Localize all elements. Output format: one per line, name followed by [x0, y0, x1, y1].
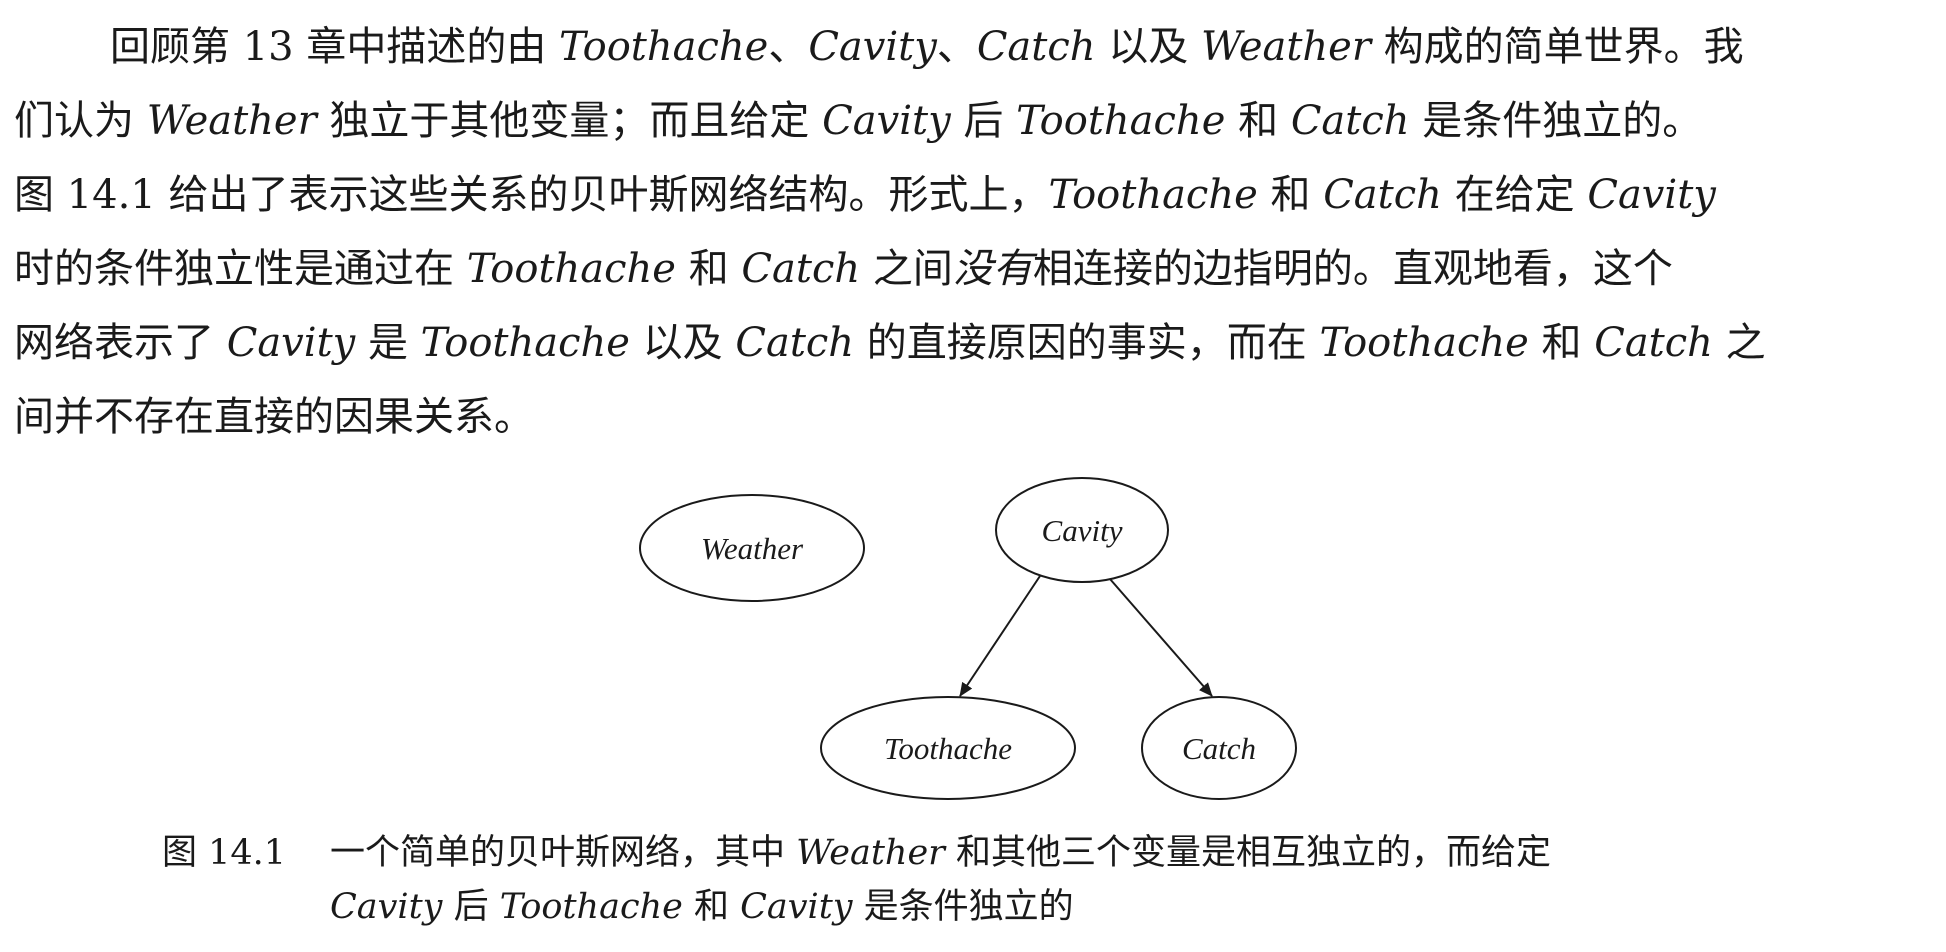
- figure-caption: 图 14.1 一个简单的贝叶斯网络，其中 Weather 和其他三个变量是相互独立…: [162, 826, 1782, 934]
- italic-term: Weather: [146, 98, 317, 144]
- italic-term: Toothache: [420, 320, 630, 366]
- italic-term: Weather: [796, 833, 945, 873]
- italic-term: Toothache: [499, 887, 683, 927]
- italic-term: Toothache: [559, 24, 769, 70]
- node-weather: Weather: [639, 494, 865, 602]
- paragraph-line: 网络表示了 Cavity 是 Toothache 以及 Catch 的直接原因的…: [14, 320, 1766, 366]
- italic-term: Cavity: [740, 887, 853, 927]
- italic-term: 没有: [952, 246, 1033, 292]
- node-cavity: Cavity: [995, 477, 1169, 583]
- italic-term: Catch: [1290, 98, 1410, 144]
- paragraph-line: 时的条件独立性是通过在 Toothache 和 Catch 之间没有相连接的边指…: [14, 246, 1673, 292]
- node-toothache-label: Toothache: [884, 731, 1012, 766]
- caption-line: 图 14.1 一个简单的贝叶斯网络，其中 Weather 和其他三个变量是相互独立…: [162, 826, 1782, 880]
- italic-term: Toothache: [1319, 320, 1529, 366]
- paragraph-line: 回顾第 13 章中描述的由 Toothache、Cavity、Catch 以及 …: [110, 24, 1744, 70]
- italic-term: Catch: [976, 24, 1096, 70]
- italic-term: Cavity: [808, 24, 937, 70]
- bayes-network-diagram: Weather Cavity Toothache Catch: [639, 477, 1297, 800]
- caption-text: 一个简单的贝叶斯网络，其中 Weather 和其他三个变量是相互独立的，而给定: [330, 833, 1552, 873]
- italic-term: Toothache: [1016, 98, 1226, 144]
- italic-term: Weather: [1200, 24, 1371, 70]
- italic-term: Catch: [1323, 172, 1442, 218]
- italic-term: Cavity: [1587, 172, 1716, 218]
- italic-term: Catch: [735, 320, 855, 366]
- figure-number: 图 14.1: [162, 833, 287, 873]
- italic-term: Toothache: [466, 246, 676, 292]
- node-weather-label: Weather: [701, 531, 804, 566]
- italic-term: Cavity: [822, 98, 951, 144]
- body-paragraph: 回顾第 13 章中描述的由 Toothache、Cavity、Catch 以及 …: [14, 10, 1929, 454]
- paragraph-line: 间并不存在直接的因果关系。: [14, 394, 534, 440]
- node-catch-label: Catch: [1182, 731, 1256, 766]
- textbook-page: 回顾第 13 章中描述的由 Toothache、Cavity、Catch 以及 …: [0, 0, 1946, 952]
- node-toothache: Toothache: [820, 696, 1076, 800]
- bayes-network-figure: Weather Cavity Toothache Catch: [620, 468, 1320, 818]
- paragraph-line: 们认为 Weather 独立于其他变量；而且给定 Cavity 后 Tootha…: [14, 98, 1703, 144]
- node-cavity-label: Cavity: [1042, 513, 1123, 548]
- italic-term: Catch: [741, 246, 861, 292]
- edge-cavity-toothache: [959, 575, 1041, 697]
- italic-term: Cavity: [330, 887, 443, 927]
- node-catch: Catch: [1141, 696, 1297, 800]
- caption-line: Cavity 后 Toothache 和 Cavity 是条件独立的: [330, 887, 1074, 927]
- paragraph-line: 图 14.1 给出了表示这些关系的贝叶斯网络结构。形式上，Toothache 和…: [14, 172, 1716, 218]
- edge-cavity-catch: [1109, 578, 1213, 697]
- italic-term: Toothache: [1048, 172, 1258, 218]
- italic-term: Cavity: [226, 320, 356, 366]
- italic-term: Catch: [1594, 320, 1713, 366]
